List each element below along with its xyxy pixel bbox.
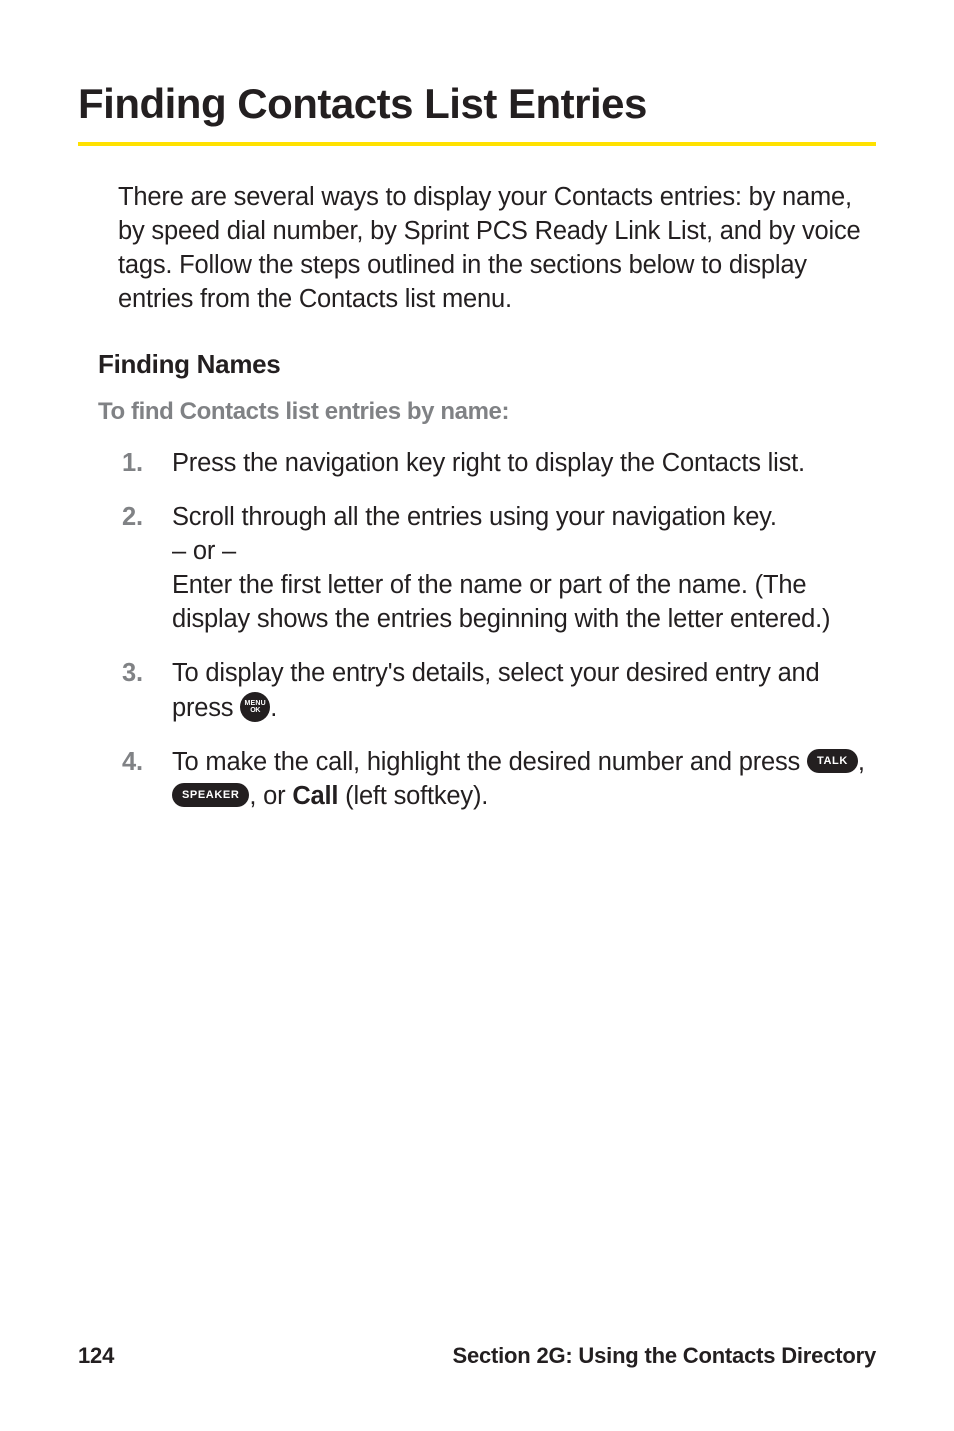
- intro-paragraph: There are several ways to display your C…: [118, 180, 872, 317]
- step-or: – or –: [172, 537, 236, 565]
- talk-key-icon: TALK: [807, 749, 858, 773]
- step-item: 4. To make the call, highlight the desir…: [122, 745, 876, 813]
- menu-ok-icon: MENU OK: [240, 692, 270, 722]
- step-body: To make the call, highlight the desired …: [172, 745, 876, 813]
- step-number: 3.: [122, 656, 172, 724]
- procedure-label: To find Contacts list entries by name:: [78, 398, 876, 426]
- sep1: ,: [858, 748, 865, 776]
- speaker-key-icon: SPEAKER: [172, 783, 249, 807]
- content-block: There are several ways to display your C…: [78, 180, 876, 317]
- step-number: 4.: [122, 745, 172, 813]
- step-text-pre: To make the call, highlight the desired …: [172, 748, 807, 776]
- document-page: Finding Contacts List Entries There are …: [0, 0, 954, 813]
- call-softkey-label: Call: [292, 782, 338, 810]
- page-number: 124: [78, 1343, 114, 1369]
- ok-label: OK: [250, 707, 260, 714]
- step-text-b: Enter the first letter of the name or pa…: [172, 571, 830, 633]
- steps-list: 1. Press the navigation key right to dis…: [78, 446, 876, 813]
- step-item: 1. Press the navigation key right to dis…: [122, 446, 876, 480]
- page-title: Finding Contacts List Entries: [78, 80, 876, 128]
- subheading: Finding Names: [78, 349, 876, 380]
- step-item: 2. Scroll through all the entries using …: [122, 500, 876, 637]
- menu-label: MENU: [245, 700, 266, 707]
- step-item: 3. To display the entry's details, selec…: [122, 656, 876, 724]
- section-label: Section 2G: Using the Contacts Directory: [452, 1343, 876, 1369]
- sep2: , or: [249, 782, 292, 810]
- step-text-a: Scroll through all the entries using you…: [172, 503, 777, 531]
- footer: 124 Section 2G: Using the Contacts Direc…: [78, 1343, 876, 1369]
- step-text-post: .: [270, 694, 277, 722]
- step-body: Scroll through all the entries using you…: [172, 500, 876, 637]
- step-body: To display the entry's details, select y…: [172, 656, 876, 724]
- step-number: 1.: [122, 446, 172, 480]
- step-number: 2.: [122, 500, 172, 637]
- step-text-post: (left softkey).: [338, 782, 488, 810]
- accent-rule: [78, 142, 876, 146]
- step-body: Press the navigation key right to displa…: [172, 446, 876, 480]
